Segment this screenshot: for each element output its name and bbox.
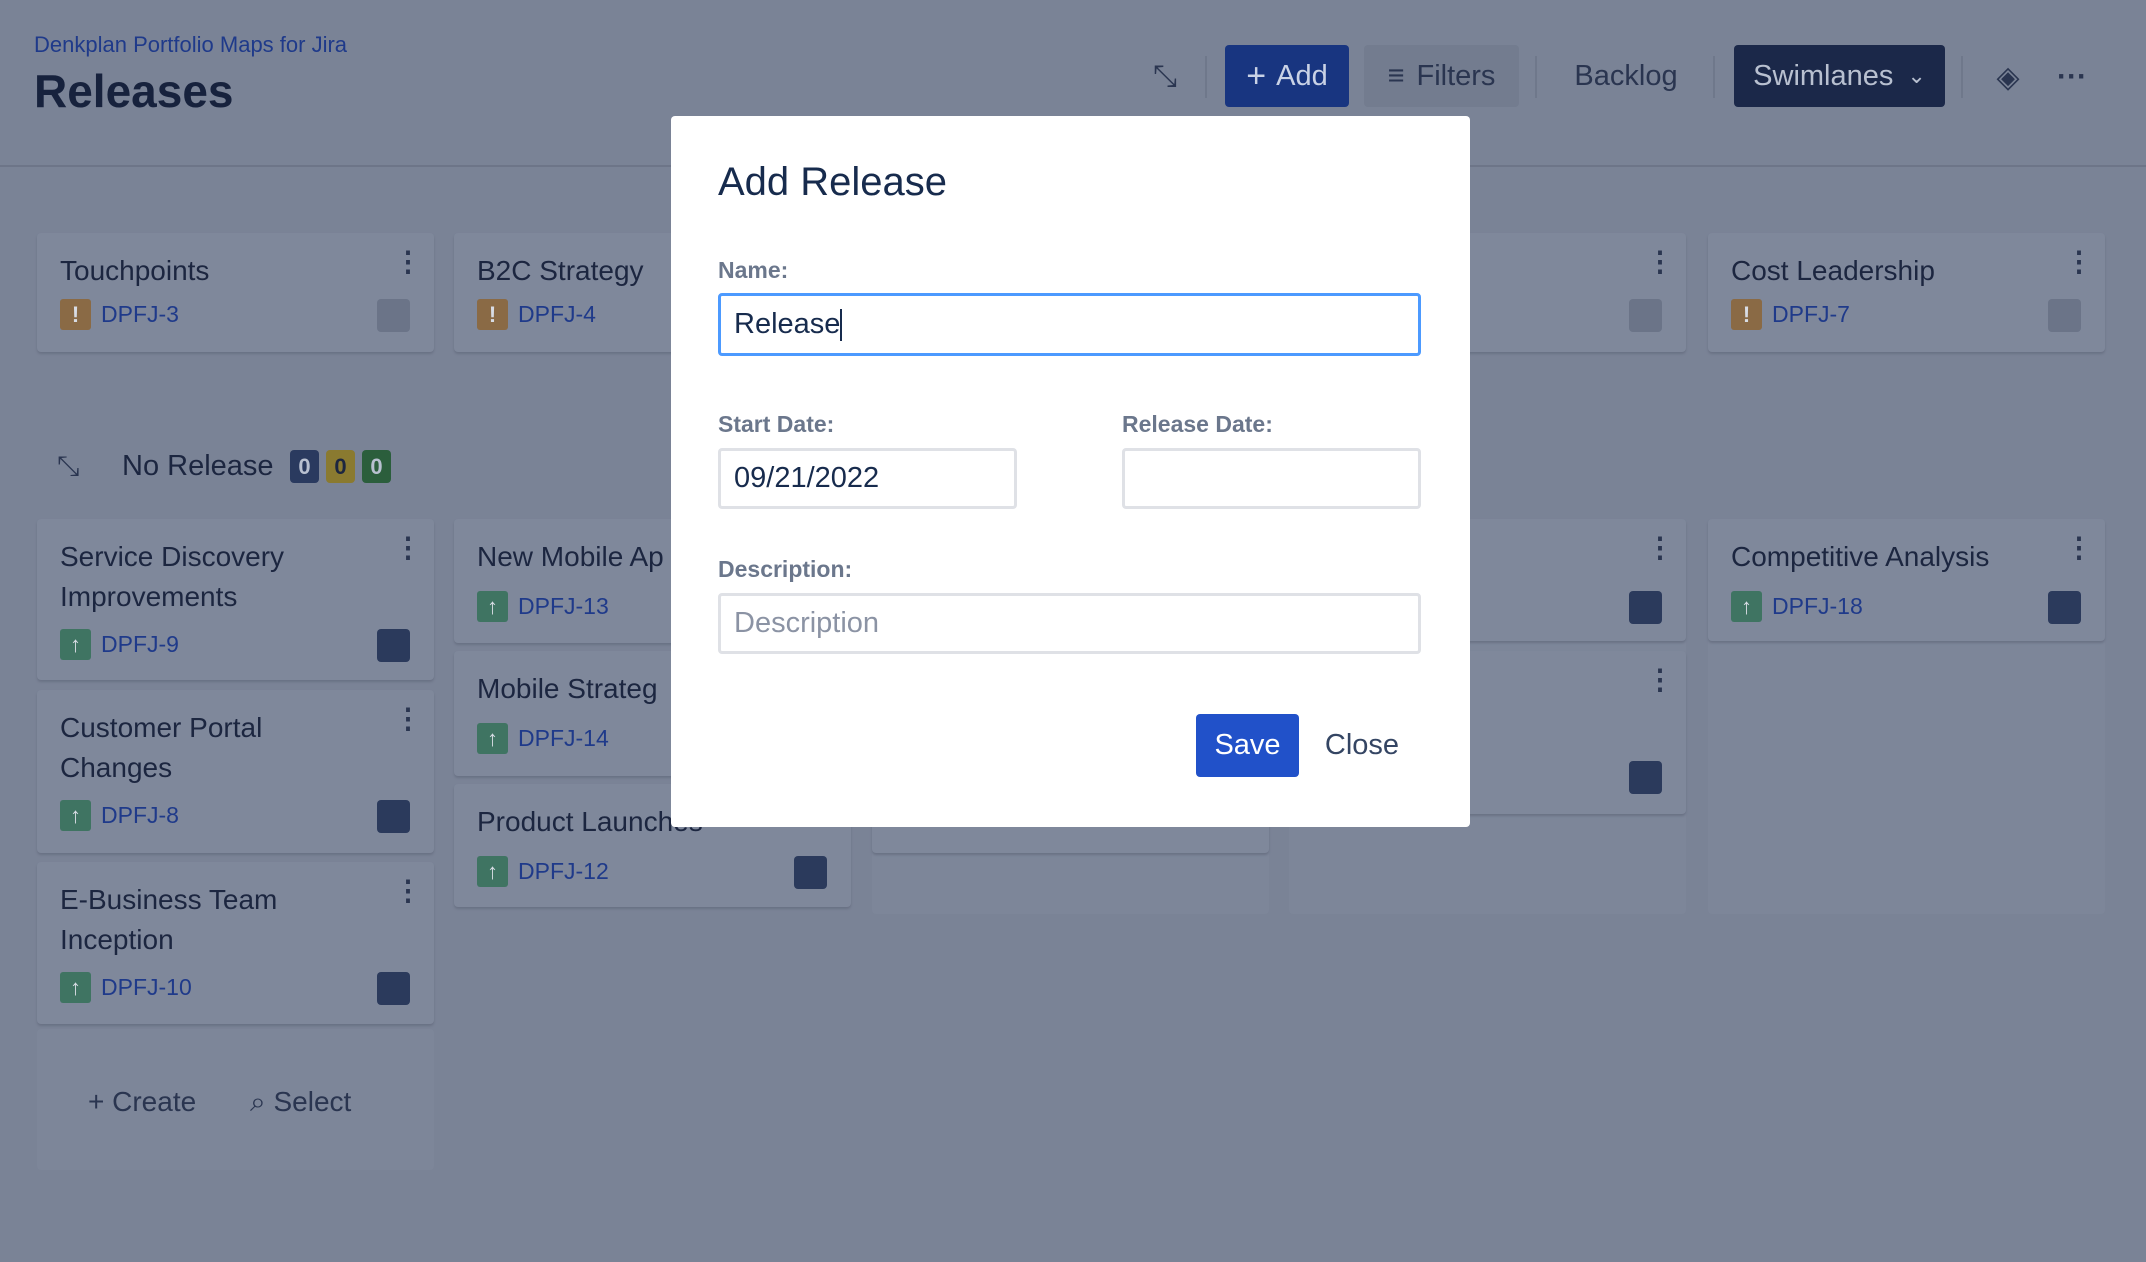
filters-label: Filters [1416,59,1496,92]
dialog-title: Add Release [718,160,948,204]
issue-key[interactable]: DPFJ-10 [101,974,192,1001]
name-label: Name: [718,257,789,283]
epic-card[interactable]: Customer Portal Changes ⋮ ↑ DPFJ-8 [37,690,434,853]
release-date-label: Release Date: [1122,411,1273,437]
arrow-up-icon: ↑ [477,856,508,887]
plus-icon: + [88,1086,113,1117]
inprogress-count-badge: 0 [326,450,355,483]
more-vertical-icon[interactable]: ⋮ [1646,534,1674,562]
status-square [2048,299,2081,332]
add-button[interactable]: + Add [1225,45,1349,107]
issue-key[interactable]: DPFJ-7 [1772,301,1850,328]
epic-card[interactable]: Competitive Analysis ⋮ ↑ DPFJ-18 [1708,519,2105,641]
divider [1713,56,1715,98]
collapse-lane-icon[interactable]: ⤡ [57,450,79,483]
description-input[interactable]: Description [718,593,1421,654]
status-square [377,800,410,833]
layers-icon[interactable]: ◈ [1988,56,2028,98]
name-value: Release [734,308,841,340]
backlog-button[interactable]: Backlog [1560,45,1692,107]
collapse-icon[interactable]: ⤡ [1145,56,1185,98]
filters-button[interactable]: ≡ Filters [1364,45,1519,107]
status-square [377,972,410,1005]
card-title: Customer Portal Changes [60,712,263,783]
issue-key[interactable]: DPFJ-18 [1772,593,1863,620]
more-vertical-icon[interactable]: ⋮ [1646,666,1674,694]
name-input[interactable]: Release [718,293,1421,356]
card-title: Cost Leadership [1731,255,1935,286]
more-vertical-icon[interactable]: ⋮ [2065,534,2093,562]
issue-key[interactable]: DPFJ-4 [518,301,596,328]
issue-key[interactable]: DPFJ-8 [101,802,179,829]
issue-key[interactable]: DPFJ-9 [101,631,179,658]
page-title: Releases [34,65,234,117]
add-release-dialog: Add Release Name: Release Start Date: 09… [671,116,1470,827]
swimlanes-dropdown[interactable]: Swimlanes ⌄ [1734,45,1945,107]
arrow-up-icon: ↑ [477,591,508,622]
more-vertical-icon[interactable]: ⋮ [394,248,422,276]
plus-icon: + [1246,56,1267,95]
select-button[interactable]: ⌕ Select [250,1086,351,1119]
more-vertical-icon[interactable]: ⋮ [394,877,422,905]
swimlane-label: No Release [122,450,274,482]
add-label: Add [1276,59,1328,92]
warning-icon: ! [60,299,91,330]
chevron-down-icon: ⌄ [1907,63,1926,88]
issue-key[interactable]: DPFJ-14 [518,725,609,752]
more-vertical-icon[interactable]: ⋮ [2065,248,2093,276]
save-button[interactable]: Save [1196,714,1299,777]
arrow-up-icon: ↑ [477,723,508,754]
more-vertical-icon[interactable]: ⋮ [394,705,422,733]
epic-card[interactable]: Service Discovery Improvements ⋮ ↑ DPFJ-9 [37,519,434,680]
arrow-up-icon: ↑ [60,972,91,1003]
divider [1205,56,1207,98]
swimlanes-label: Swimlanes [1753,59,1894,92]
arrow-up-icon: ↑ [1731,591,1762,622]
status-square [1629,591,1662,624]
card-title: Service Discovery Improvements [60,541,285,612]
more-vertical-icon[interactable]: ⋮ [394,534,422,562]
issue-key[interactable]: DPFJ-12 [518,858,609,885]
status-square [377,629,410,662]
divider [1961,56,1963,98]
status-square [377,299,410,332]
filter-icon: ≡ [1387,59,1405,92]
warning-icon: ! [1731,299,1762,330]
create-label: Create [112,1086,197,1117]
status-square [1629,299,1662,332]
card-title: Touchpoints [60,255,210,286]
release-card[interactable]: Cost Leadership ⋮ ! DPFJ-7 [1708,233,2105,352]
todo-count-badge: 0 [290,450,319,483]
description-label: Description: [718,556,853,582]
select-label: Select [273,1086,352,1117]
start-date-value: 09/21/2022 [734,462,880,494]
start-date-input[interactable]: 09/21/2022 [718,448,1017,509]
create-button[interactable]: + Create [88,1086,196,1118]
status-square [2048,591,2081,624]
issue-key[interactable]: DPFJ-13 [518,593,609,620]
warning-icon: ! [477,299,508,330]
arrow-up-icon: ↑ [60,800,91,831]
description-placeholder: Description [734,607,880,639]
arrow-up-icon: ↑ [60,629,91,660]
epic-card[interactable]: E-Business Team Inception ⋮ ↑ DPFJ-10 [37,862,434,1024]
card-title: Competitive Analysis [1731,541,1990,572]
close-button[interactable]: Close [1314,714,1410,777]
search-icon: ⌕ [250,1086,274,1117]
status-square [1629,761,1662,794]
done-count-badge: 0 [362,450,391,483]
more-icon[interactable]: ··· [2052,56,2092,98]
issue-key[interactable]: DPFJ-3 [101,301,179,328]
divider [1535,56,1537,98]
card-title: E-Business Team Inception [60,884,278,955]
release-card[interactable]: Touchpoints ⋮ ! DPFJ-3 [37,233,434,352]
status-square [794,856,827,889]
swimlane-counts: 000 [290,450,398,483]
start-date-label: Start Date: [718,411,835,437]
release-date-input[interactable] [1122,448,1421,509]
text-cursor [840,308,843,341]
more-vertical-icon[interactable]: ⋮ [1646,248,1674,276]
app-name: Denkplan Portfolio Maps for Jira [34,32,348,57]
